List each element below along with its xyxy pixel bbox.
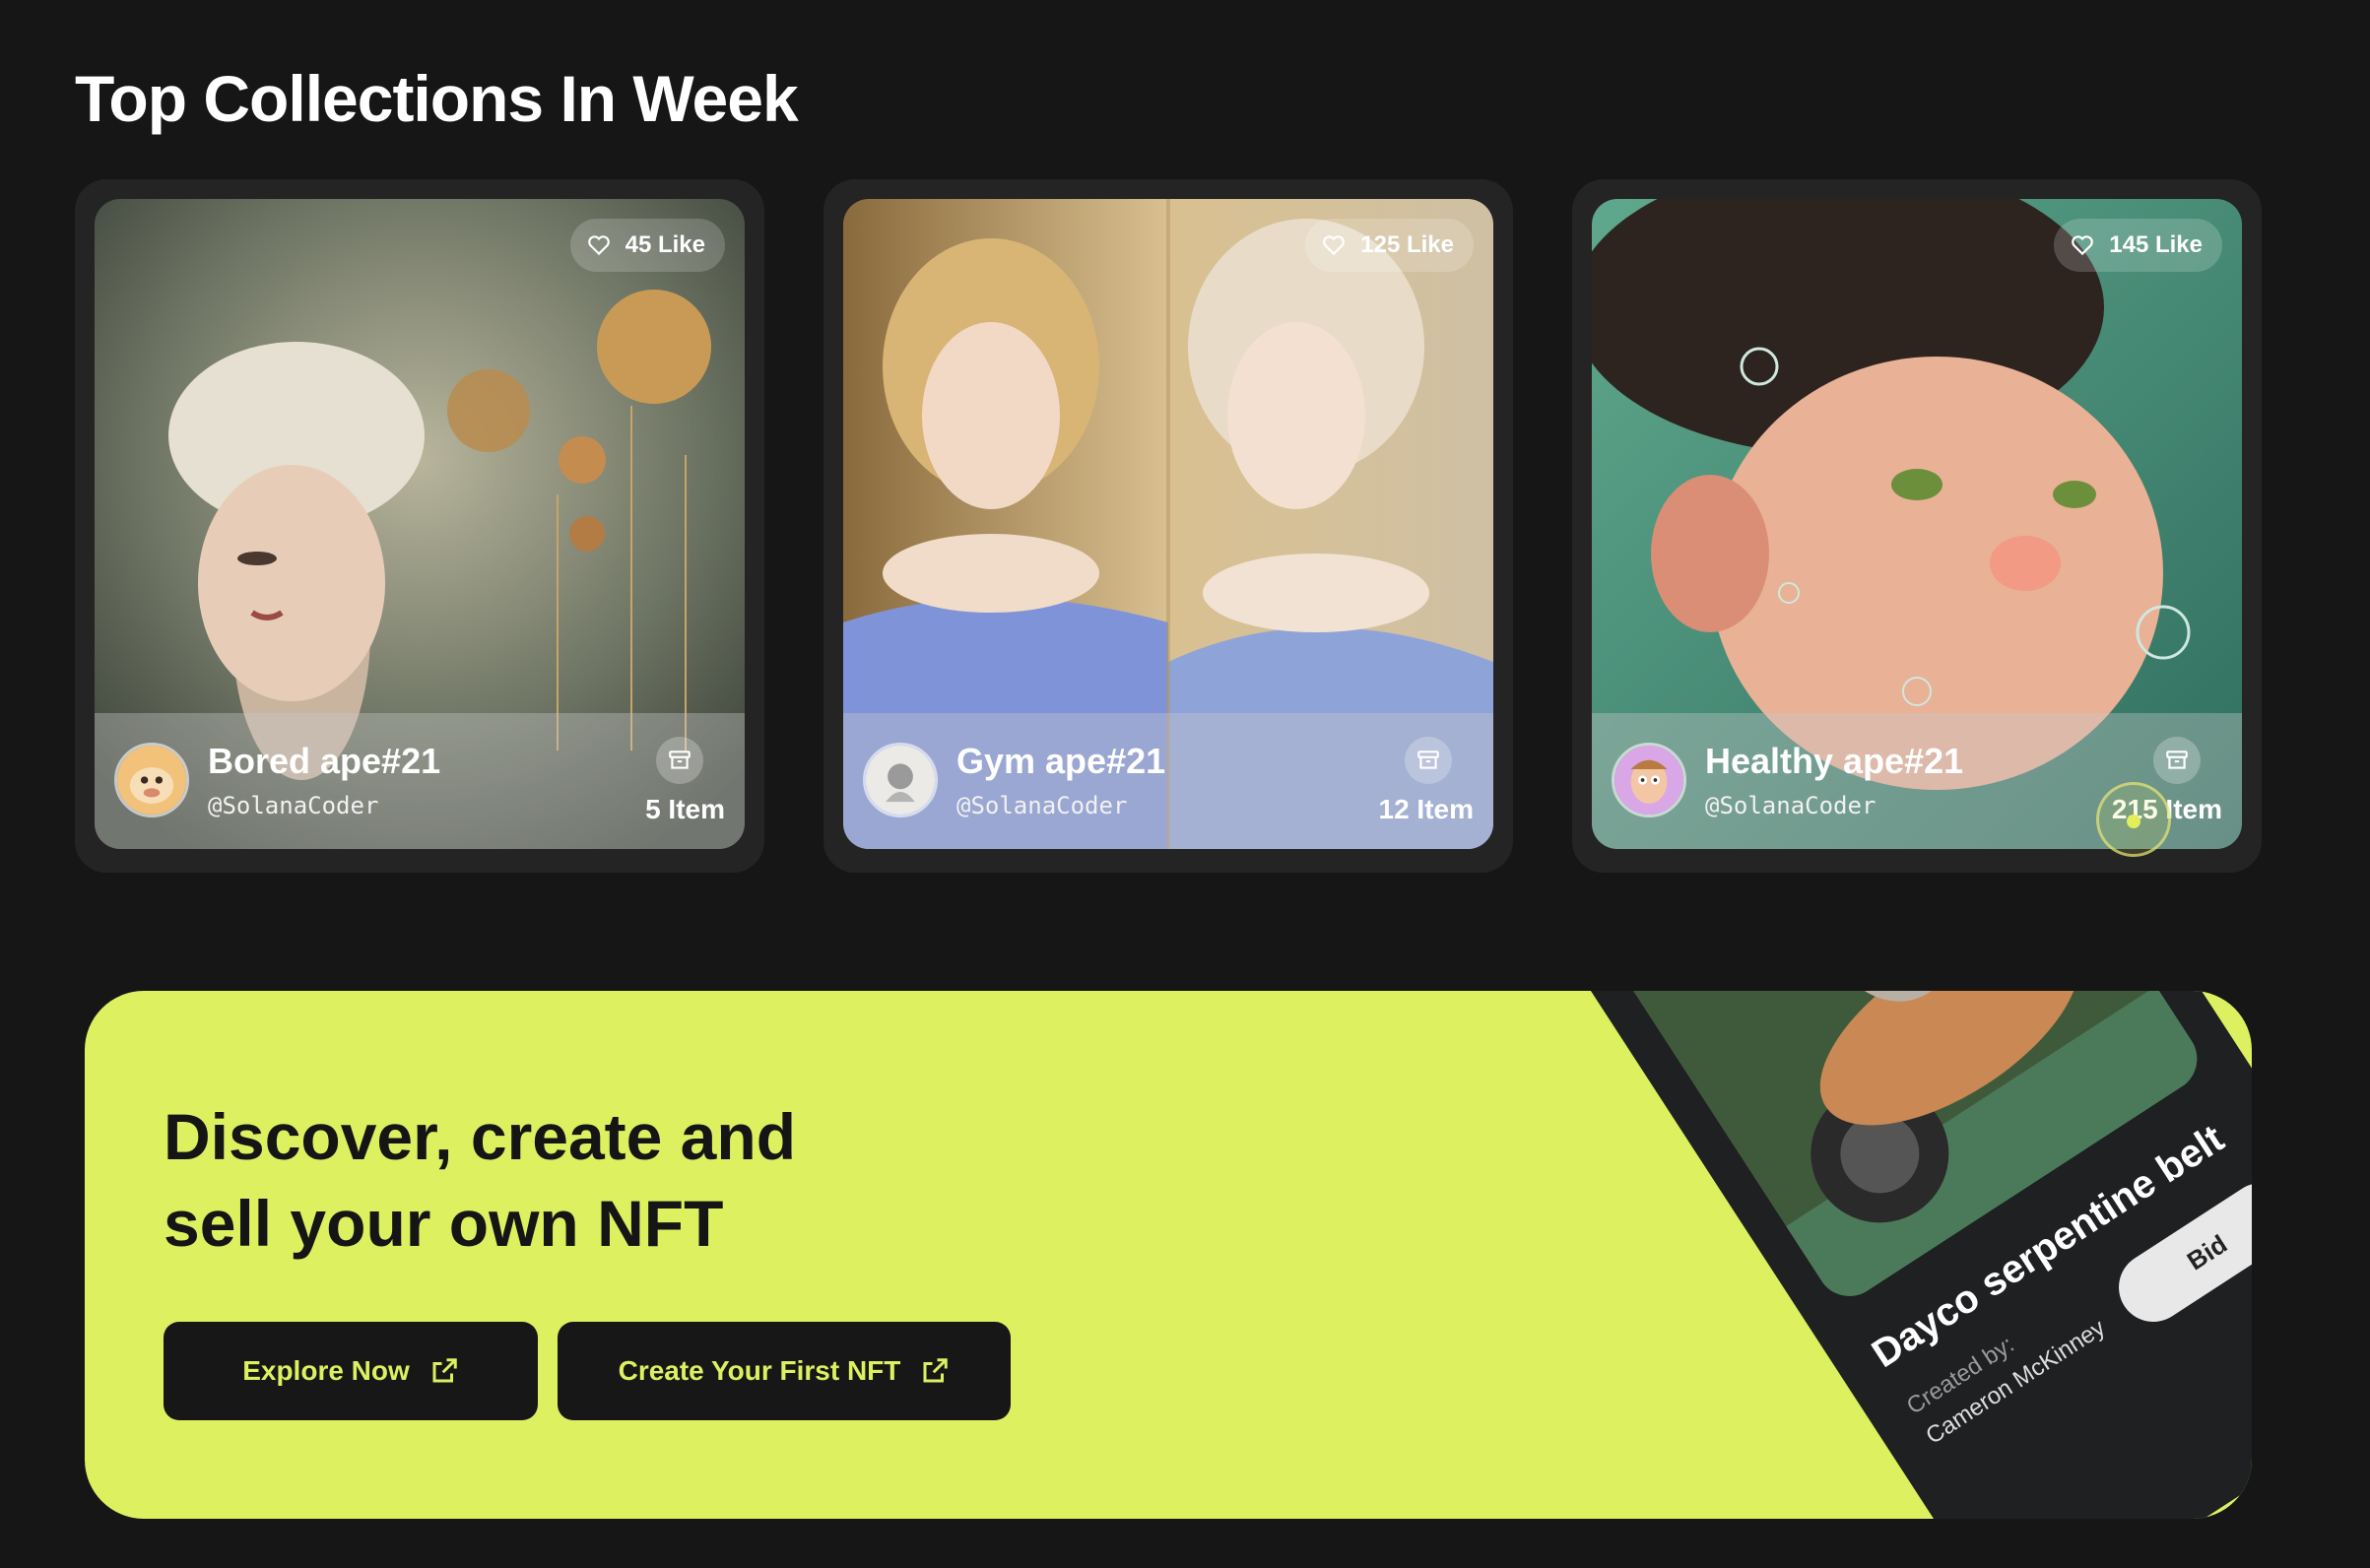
external-link-icon: [432, 1358, 457, 1383]
collection-card-frame: 45 Like Bored ape#21 @SolanaCoder 5 Item: [75, 179, 764, 873]
create-first-nft-button[interactable]: Create Your First NFT: [558, 1322, 1011, 1420]
phone-nft-artwork: [1603, 991, 2210, 1309]
like-count: 145 Like: [2109, 231, 2203, 258]
collection-card-frame: 145 Like Healthy ape#21 @SolanaCoder 215…: [1572, 179, 2262, 873]
section-title: Top Collections In Week: [75, 62, 799, 135]
card-info-bar: Gym ape#21 @SolanaCoder 12 Item: [843, 713, 1493, 849]
creator-handle[interactable]: @SolanaCoder: [208, 792, 378, 819]
like-badge[interactable]: 125 Like: [1305, 219, 1474, 272]
heart-icon: [2072, 235, 2094, 256]
banner-title-line-2: sell your own NFT: [164, 1187, 724, 1260]
collection-card-frame: 125 Like Gym ape#21 @SolanaCoder 12 Item: [823, 179, 1513, 873]
collection-card-bored-ape[interactable]: 45 Like Bored ape#21 @SolanaCoder 5 Item: [95, 199, 745, 849]
archive-icon[interactable]: [1405, 737, 1452, 784]
avatar[interactable]: [1612, 743, 1686, 817]
banner-title: Discover, create and sell your own NFT: [164, 1093, 1050, 1267]
cursor-dot: [2127, 815, 2140, 828]
heart-icon: [1323, 235, 1346, 256]
creator-handle[interactable]: @SolanaCoder: [956, 792, 1127, 819]
like-count: 45 Like: [625, 231, 705, 258]
heart-icon: [587, 235, 610, 256]
collection-card-healthy-ape[interactable]: 145 Like Healthy ape#21 @SolanaCoder 215…: [1592, 199, 2242, 849]
archive-icon[interactable]: [2153, 737, 2201, 784]
item-count: 5 Item: [645, 794, 725, 824]
avatar[interactable]: [114, 743, 189, 817]
explore-now-label: Explore Now: [242, 1355, 410, 1386]
banner-title-line-1: Discover, create and: [164, 1100, 797, 1173]
avatar[interactable]: [863, 743, 938, 817]
card-info-bar: Bored ape#21 @SolanaCoder 5 Item: [95, 713, 745, 849]
explore-now-button[interactable]: Explore Now: [164, 1322, 538, 1420]
phone-mockup: Dayco serpentine belt Created by: Camero…: [1552, 991, 2252, 1519]
collection-name[interactable]: Bored ape#21: [208, 741, 440, 782]
collection-card-gym-ape[interactable]: 125 Like Gym ape#21 @SolanaCoder 12 Item: [843, 199, 1493, 849]
collection-name[interactable]: Gym ape#21: [956, 741, 1165, 782]
creator-handle[interactable]: @SolanaCoder: [1705, 792, 1876, 819]
create-first-nft-label: Create Your First NFT: [618, 1355, 901, 1386]
like-count: 125 Like: [1360, 231, 1454, 258]
collection-name[interactable]: Healthy ape#21: [1705, 741, 1963, 782]
like-badge[interactable]: 145 Like: [2054, 219, 2222, 272]
archive-icon[interactable]: [656, 737, 703, 784]
cta-banner: Discover, create and sell your own NFT E…: [85, 991, 2252, 1519]
item-count: 12 Item: [1378, 794, 1475, 824]
like-badge[interactable]: 45 Like: [569, 219, 725, 272]
external-link-icon: [923, 1358, 949, 1383]
